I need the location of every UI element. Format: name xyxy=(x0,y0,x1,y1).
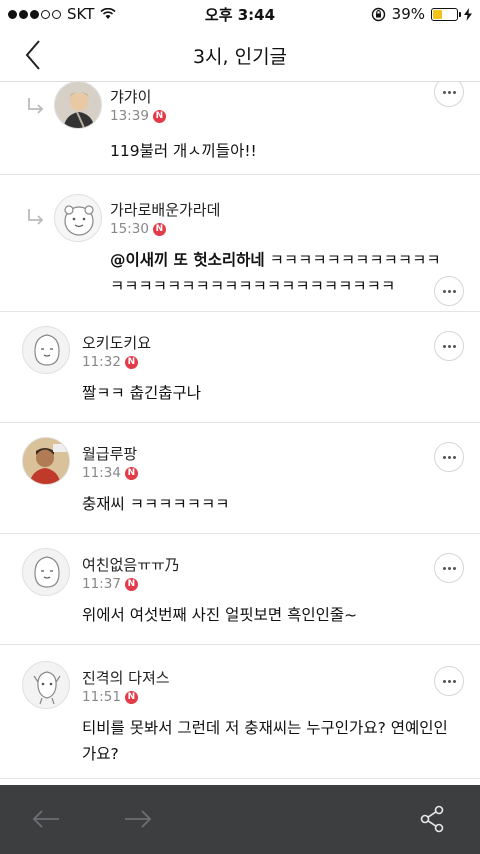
comment-timestamp: 11:51 N xyxy=(82,689,138,705)
default-character-avatar-icon xyxy=(64,205,94,236)
comment-nickname[interactable]: 여친없음ㅠㅠ乃 xyxy=(82,554,180,575)
new-badge: N xyxy=(124,466,138,480)
avatar[interactable] xyxy=(54,82,102,129)
wifi-icon xyxy=(100,8,116,19)
avatar[interactable] xyxy=(22,437,70,485)
comment-mention[interactable]: @이새끼 또 헛소리하네 xyxy=(110,251,265,269)
avatar[interactable] xyxy=(22,326,70,374)
comment-time: 11:37 xyxy=(82,576,121,592)
more-options-button[interactable] xyxy=(434,442,464,472)
comment-body: 짤ㅋㅋ 춥긴춥구나 xyxy=(82,384,202,402)
reply-arrow-icon xyxy=(28,209,44,225)
arrow-left-icon xyxy=(32,810,59,828)
avatar[interactable] xyxy=(22,661,70,709)
nav-back-button[interactable] xyxy=(28,803,64,835)
battery-icon xyxy=(431,7,461,21)
comment-item: 여친없음ㅠㅠ乃 11:37 N 위에서 여섯번째 사진 얼핏보면 흑인인줄~ xyxy=(0,534,480,645)
arrow-right-icon xyxy=(125,810,152,828)
new-badge: N xyxy=(124,355,138,369)
battery-level xyxy=(433,9,442,19)
comment-item: 갸갸이 13:39 N 119불러 개ㅅ끼들아!! xyxy=(0,82,480,175)
status-right: 39% xyxy=(371,5,472,23)
comment-nickname[interactable]: 월급루팡 xyxy=(82,443,137,464)
reply-arrow-icon xyxy=(28,98,44,114)
default-character-avatar-icon xyxy=(34,334,60,366)
avatar[interactable] xyxy=(54,194,102,242)
page-title: 3시, 인기글 xyxy=(192,46,288,68)
avatar-photo-icon xyxy=(55,82,101,128)
default-character-avatar-icon xyxy=(33,671,61,705)
comment-timestamp: 15:30 N xyxy=(110,221,166,237)
comment-nickname[interactable]: 갸갸이 xyxy=(110,86,151,107)
comment-item: 가라로배운가라데 15:30 N @이새끼 또 헛소리하네 ㅋㅋㅋㅋㅋㅋㅋㅋㅋㅋ… xyxy=(0,175,480,312)
more-options-button[interactable] xyxy=(434,82,464,107)
new-badge: N xyxy=(152,222,166,236)
comment-body: 충재씨 ㅋㅋㅋㅋㅋㅋㅋ xyxy=(82,495,230,513)
more-options-button[interactable] xyxy=(434,553,464,583)
comment-item: 진격의 다져스 11:51 N 티비를 못봐서 그런데 저 충재씨는 누구인가요… xyxy=(0,645,480,779)
share-button[interactable] xyxy=(414,803,450,835)
app-header: 3시, 인기글 xyxy=(0,28,480,82)
comment-body: 119불러 개ㅅ끼들아!! xyxy=(110,142,257,160)
new-badge: N xyxy=(124,690,138,704)
comment-time: 11:34 xyxy=(82,465,121,481)
avatar[interactable] xyxy=(22,548,70,596)
comment-list: 갸갸이 13:39 N 119불러 개ㅅ끼들아!! 가라로배운가라데 15:30… xyxy=(0,82,480,785)
orientation-lock-icon xyxy=(371,7,385,21)
comment-nickname[interactable]: 오키도키요 xyxy=(82,332,151,353)
comment-time: 11:32 xyxy=(82,354,121,370)
comment-body: 위에서 여섯번째 사진 얼핏보면 흑인인줄~ xyxy=(82,606,358,624)
default-character-avatar-icon xyxy=(34,556,60,588)
status-bar: SKT 오후 3:44 39% xyxy=(0,0,480,28)
share-icon xyxy=(420,805,444,833)
nav-forward-button[interactable] xyxy=(120,803,156,835)
signal-strength-icon xyxy=(8,9,61,19)
carrier-label: SKT xyxy=(67,5,95,23)
comment-time: 11:51 xyxy=(82,689,121,705)
comment-timestamp: 11:32 N xyxy=(82,354,138,370)
comment-timestamp: 11:37 N xyxy=(82,576,138,592)
comment-time: 13:39 xyxy=(110,108,149,124)
comment-time: 15:30 xyxy=(110,221,149,237)
comment-item: 월급루팡 11:34 N 충재씨 ㅋㅋㅋㅋㅋㅋㅋ xyxy=(0,423,480,534)
comment-timestamp: 13:39 N xyxy=(110,108,166,124)
more-options-button[interactable] xyxy=(434,331,464,361)
status-left: SKT xyxy=(8,5,116,23)
comment-item: 오키도키요 11:32 N 짤ㅋㅋ 춥긴춥구나 xyxy=(0,312,480,423)
comment-body: 티비를 못봐서 그런데 저 충재씨는 누구인가요? 연예인인가요? xyxy=(82,719,448,763)
comment-body: @이새끼 또 헛소리하네 ㅋㅋㅋㅋㅋㅋㅋㅋㅋㅋㅋㅋㅋㅋㅋㅋㅋㅋㅋㅋㅋㅋㅋㅋㅋㅋㅋ… xyxy=(110,247,450,299)
new-badge: N xyxy=(152,109,166,123)
comment-nickname[interactable]: 가라로배운가라데 xyxy=(110,199,220,220)
battery-percent: 39% xyxy=(391,5,425,23)
comment-timestamp: 11:34 N xyxy=(82,465,138,481)
new-badge: N xyxy=(124,577,138,591)
comment-nickname[interactable]: 진격의 다져스 xyxy=(82,667,170,688)
more-options-button[interactable] xyxy=(434,666,464,696)
charging-icon xyxy=(464,7,472,21)
bottom-toolbar xyxy=(0,785,480,854)
avatar-photo-icon xyxy=(23,438,69,484)
